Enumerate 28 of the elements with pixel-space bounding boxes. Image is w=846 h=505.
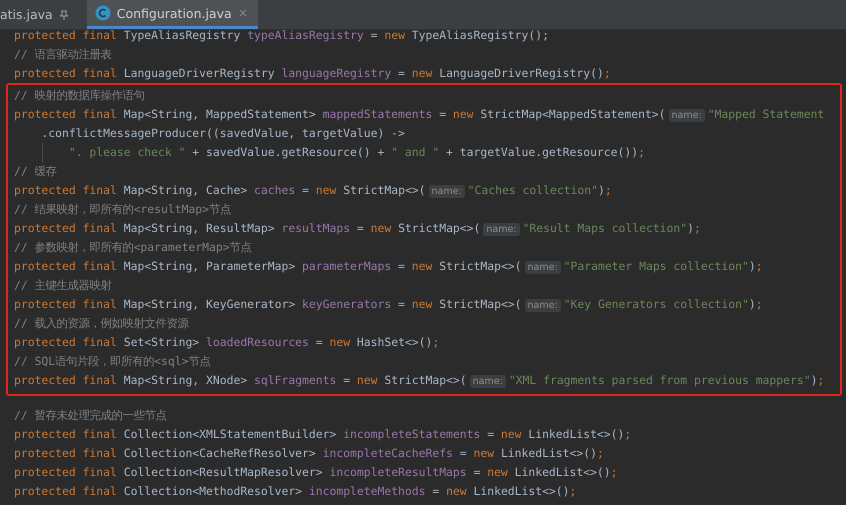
code-line: protected final Collection<XMLStatementBuilder> incompleteStatements = new LinkedList<>();: [14, 426, 632, 443]
code-line: ". please check " + savedValue.getResource() + " and " + targetValue.getResource());: [14, 143, 645, 162]
code-line: protected final Map<String, ResultMap> resultMaps = new StrictMap<>( name: "Result Maps collection");: [14, 220, 701, 238]
code-comment: // 缓存: [14, 163, 57, 180]
code-line: protected final TypeAliasRegistry typeAliasRegistry = new TypeAliasRegistry();: [14, 27, 549, 44]
code-comment: // 暂存未处理完成的一些节点: [14, 407, 167, 424]
code-comment: // SQL语句片段，即所有的<sql>节点: [14, 353, 210, 370]
code-line: protected final Map<String, ParameterMap> parameterMaps = new StrictMap<>( name: "Parameter Maps collection");: [14, 258, 763, 276]
code-line: protected final LanguageDriverRegistry languageRegistry = new LanguageDriverRegistry();: [14, 65, 611, 82]
code-line: protected final Collection<MethodResolver> incompleteMethods = new LinkedList<>();: [14, 483, 576, 500]
code-line: protected final Map<String, Cache> caches = new StrictMap<>( name: "Caches collection");: [14, 182, 612, 200]
code-line: protected final Collection<ResultMapResolver> incompleteResultMaps = new LinkedList<>();: [14, 464, 618, 481]
code-comment: // 参数映射，即所有的<parameterMap>节点: [14, 239, 252, 256]
code-comment: // 载入的资源，例如映射文件资源: [14, 315, 189, 332]
code-line: protected final Map<String, MappedStatement> mappedStatements = new StrictMap<MappedStatement>( name: "Mapped Statement: [14, 106, 824, 124]
code-comment: // 语言驱动注册表: [14, 46, 112, 63]
code-line: protected final Map<String, XNode> sqlFragments = new StrictMap<>( name: "XML fragments parsed from previous mappers");: [14, 372, 824, 390]
code-line: protected final Collection<CacheRefResolver> incompleteCacheRefs = new LinkedList<>();: [14, 445, 604, 462]
code-line: protected final Map<String, KeyGenerator> keyGenerators = new StrictMap<>( name: "Key Generators collection");: [14, 296, 763, 314]
code-comment: // 主键生成器映射: [14, 277, 112, 294]
code-comment: // 结果映射，即所有的<resultMap>节点: [14, 201, 232, 218]
close-icon[interactable]: [238, 8, 248, 18]
code-line: protected final Set<String> loadedResources = new HashSet<>();: [14, 334, 440, 351]
editor-tab[interactable]: atis.java: [0, 0, 79, 29]
code-line: .conflictMessageProducer((savedValue, targetValue) ->: [40, 125, 405, 142]
pin-icon[interactable]: [58, 10, 69, 20]
code-comment: // 映射的数据库操作语句: [14, 87, 145, 104]
editor-tab[interactable]: Configuration.java: [86, 0, 258, 29]
